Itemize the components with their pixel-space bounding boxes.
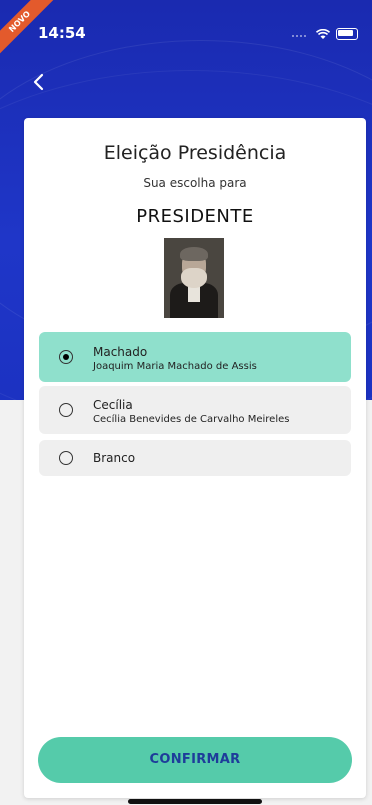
page-subtitle: Sua escolha para: [143, 176, 247, 190]
wifi-icon: [316, 28, 330, 39]
option-cecilia[interactable]: Cecília Cecília Benevides de Carvalho Me…: [39, 386, 351, 434]
radio-unselected-icon[interactable]: [59, 403, 73, 417]
signal-icon: [292, 31, 310, 37]
option-name: Machado: [93, 345, 148, 359]
option-name: Cecília: [93, 398, 133, 412]
status-icons: [292, 28, 358, 40]
option-machado[interactable]: Machado Joaquim Maria Machado de Assis: [39, 332, 351, 382]
status-bar: NOVO 14:54: [0, 0, 372, 61]
status-time: 14:54: [38, 24, 86, 42]
radio-unselected-icon[interactable]: [59, 451, 73, 465]
candidate-photo: [164, 238, 224, 318]
home-indicator: [128, 799, 262, 804]
radio-selected-icon[interactable]: [59, 350, 73, 364]
option-full-name: Cecília Benevides de Carvalho Meireles: [93, 414, 290, 425]
back-button[interactable]: [28, 70, 52, 94]
option-branco[interactable]: Branco: [39, 440, 351, 476]
option-full-name: Joaquim Maria Machado de Assis: [93, 361, 257, 372]
battery-icon: [336, 28, 358, 40]
chevron-left-icon: [33, 73, 44, 91]
role-title: PRESIDENTE: [136, 206, 254, 227]
ballot-card: Eleição Presidência Sua escolha para PRE…: [24, 118, 366, 798]
option-name: Branco: [93, 451, 136, 465]
confirm-button[interactable]: CONFIRMAR: [38, 737, 352, 783]
page-title: Eleição Presidência: [103, 142, 287, 164]
